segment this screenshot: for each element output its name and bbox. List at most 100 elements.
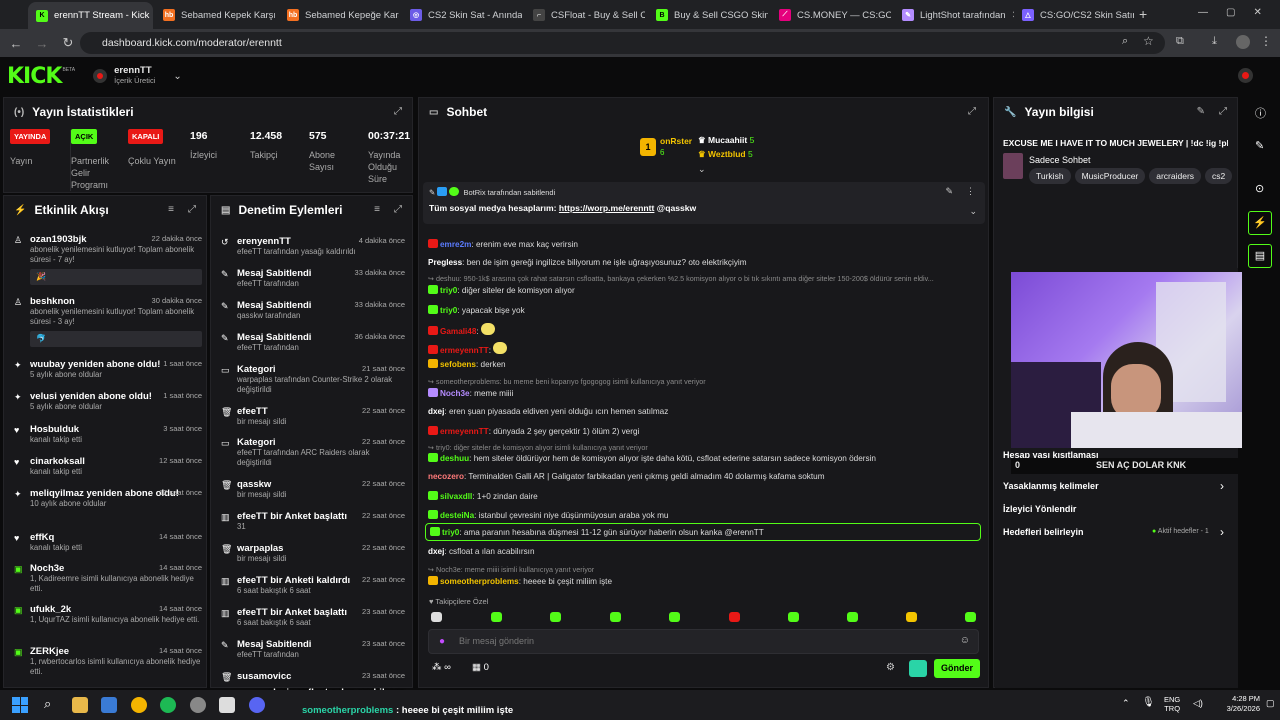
chat-message[interactable]: desteiNa: istanbul çevresini niye düşünm…: [428, 510, 668, 520]
unpin-icon[interactable]: ✎: [945, 186, 953, 197]
tab-lightshot[interactable]: ✎LightShot tarafından✕: [894, 4, 1014, 26]
filter-icon[interactable]: ≡: [168, 204, 174, 215]
leader-3[interactable]: ♛ Weztblud 5: [698, 149, 753, 160]
activity-item[interactable]: ♥ Hosbulduk 3 saat önce kanalı takip etti: [12, 424, 202, 445]
popout-icon[interactable]: ⤢: [188, 204, 196, 215]
chat-mode-info[interactable]: ⁂ ∞: [432, 662, 451, 673]
banned-words-row[interactable]: Yasaklanmış kelimeler: [1003, 481, 1099, 491]
chat-message[interactable]: ermeyennTT: dünyada 2 şey gerçektir 1) ö…: [428, 426, 639, 436]
leader-2[interactable]: ♛ Mucaahiit 5: [698, 135, 754, 146]
moderation-item[interactable]: ✎ Mesaj Sabitlendi 23 saat önce efeeTT tara…: [219, 639, 405, 660]
tab-kick[interactable]: KerennTT Stream - Kick✕: [28, 2, 153, 29]
language-indicator[interactable]: ENG TRQ: [1164, 695, 1180, 713]
set-goals-row[interactable]: Hedefleri belirleyin: [1003, 527, 1084, 537]
activity-item[interactable]: ✦ velusi yeniden abone oldu! 1 saat önce 5 …: [12, 391, 202, 412]
emote-icon[interactable]: [906, 612, 917, 622]
tag[interactable]: MusicProducer: [1074, 168, 1146, 184]
chevron-down-icon[interactable]: ⌄: [698, 164, 706, 175]
activity-item[interactable]: ♥ cinarkoksall 12 saat önce kanalı takip et…: [12, 456, 202, 477]
moderation-item[interactable]: 🗑 warpaplas 22 saat önce bir mesajı sildi: [219, 543, 405, 564]
chat-message[interactable]: deshuu: hem siteler öldürüyor hem de kom…: [428, 453, 876, 463]
kick-logo[interactable]: KICK: [7, 64, 62, 89]
tag[interactable]: arcraiders: [1149, 168, 1202, 184]
activity-item[interactable]: ♥ effKq 14 saat önce kanalı takip etti: [12, 532, 202, 553]
emote-icon[interactable]: [610, 612, 621, 622]
more-icon[interactable]: ⋮: [966, 186, 975, 197]
activity-item[interactable]: ▣ ufukk_2k 14 saat önce 1, UqurTAZ isimli k…: [12, 604, 202, 625]
tag[interactable]: Turkish: [1029, 168, 1071, 184]
chat-message[interactable]: sefobens: derken: [428, 359, 506, 369]
clock[interactable]: 4:28 PM 3/26/2026: [1200, 694, 1260, 714]
chat-message[interactable]: dxej: csfloat a ılan acabilırsın: [428, 547, 535, 556]
chevron-down-icon[interactable]: ⌄: [173, 71, 181, 82]
tab-csfloat[interactable]: ⌐CSFloat - Buy & Sell C✕: [525, 4, 645, 26]
zoom-icon[interactable]: ⌕: [1122, 35, 1128, 48]
emoji-icon[interactable]: ☺: [960, 635, 970, 646]
chevron-down-icon[interactable]: ⌄: [969, 206, 977, 217]
activity-item[interactable]: ♙ beshknon 30 dakika önce abonelik yenileme…: [12, 296, 202, 347]
emote-icon[interactable]: [669, 612, 680, 622]
pinned-message[interactable]: ✎ BotRix tarafından sabitlendi Tüm sosya…: [423, 182, 985, 224]
app-icon[interactable]: [219, 697, 235, 713]
moderation-item[interactable]: ✎ Mesaj Sabitlendi 36 dakika önce efeeTT ta…: [219, 332, 405, 353]
host-viewers-row[interactable]: İzleyici Yönlendir: [1003, 504, 1076, 514]
chat-message[interactable]: triy0: diğer siteler de komisyon alıyor: [428, 285, 575, 295]
camera-icon[interactable]: ⊙: [1255, 182, 1264, 195]
info-icon[interactable]: ⓘ: [1255, 105, 1266, 121]
chat-message[interactable]: ermeyennTT:: [428, 342, 509, 355]
chat-message[interactable]: Pregless: ben de işim gereği ingilizce b…: [428, 258, 747, 267]
moderation-item[interactable]: ▥ efeeTT bir Anket başlattı 23 saat önce 6 …: [219, 607, 405, 628]
lightning-icon[interactable]: ⚡: [1248, 211, 1272, 235]
file-explorer-icon[interactable]: [72, 697, 88, 713]
settings-gear-icon[interactable]: ⚙: [886, 662, 895, 673]
tab-csmoney[interactable]: ⟋CS.MONEY — CS:GO✕: [771, 4, 891, 26]
chat-message[interactable]: silvaxdll: 1+0 zindan daire: [428, 491, 538, 501]
tab-cs2-skin[interactable]: ◎CS2 Skin Sat - Anında✕: [402, 4, 522, 26]
tab-csgo-skin[interactable]: △CS:GO/CS2 Skin Satın✕: [1014, 4, 1134, 26]
chat-message[interactable]: triy0: yapacak bişe yok: [428, 305, 525, 315]
back-icon[interactable]: ←: [6, 33, 26, 53]
download-icon[interactable]: ⤓: [1212, 35, 1217, 48]
chevron-right-icon[interactable]: ›: [1220, 479, 1224, 493]
emote-icon[interactable]: [550, 612, 561, 622]
moderation-item[interactable]: ▭ Kategori 22 saat önce efeeTT tarafından A…: [219, 437, 405, 468]
menu-kebab-icon[interactable]: ⋮: [1260, 34, 1272, 48]
moderation-item[interactable]: ✎ Mesaj Sabitlendi 33 dakika önce efeeTT ta…: [219, 268, 405, 289]
moderation-item[interactable]: 🗑 susamovicc 23 saat önce: [219, 671, 405, 682]
edit-pencil-icon[interactable]: ✎: [1255, 139, 1264, 152]
leader-1-name[interactable]: onRster: [660, 136, 692, 146]
emote-icon[interactable]: [788, 612, 799, 622]
chevron-right-icon[interactable]: ›: [1220, 525, 1224, 539]
chat-message[interactable]: Noch3e: meme miiii: [428, 388, 513, 398]
chat-message[interactable]: emre2m: erenim eve max kaç verirsin: [428, 239, 578, 249]
moderation-item[interactable]: 🗑 efeeTT 22 saat önce bir mesajı sildi: [219, 406, 405, 427]
new-tab-icon[interactable]: +: [1139, 6, 1147, 22]
moderation-item[interactable]: 🗑 qasskw 22 saat önce bir mesajı sildi: [219, 479, 405, 500]
timer-info[interactable]: ▦ 0: [472, 662, 489, 673]
bot-icon[interactable]: [909, 660, 927, 677]
notification-icon[interactable]: ▢: [1266, 698, 1275, 709]
activity-item[interactable]: ✦ meliqyilmaz yeniden abone oldu! 12 saat …: [12, 488, 202, 509]
chat-message[interactable]: someotherproblems: heeee bi çeşit miliim…: [428, 576, 612, 586]
moderation-item[interactable]: ✎ Mesaj Sabitlendi 33 dakika önce qasskw ta…: [219, 300, 405, 321]
channel-avatar[interactable]: [93, 69, 108, 83]
popout-icon[interactable]: ⤢: [394, 106, 402, 117]
tab-buy-sell[interactable]: BBuy & Sell CSGO Skins✕: [648, 4, 768, 26]
send-button[interactable]: Gönder: [934, 659, 980, 678]
settings-gear-icon[interactable]: [190, 697, 206, 713]
tab-sebamed-1[interactable]: hbSebamed Kepek Karşıtı✕: [155, 4, 275, 26]
microphone-icon[interactable]: 🎙: [1142, 697, 1155, 708]
tab-sebamed-2[interactable]: hbSebamed Kepeğe Karşı✕: [279, 4, 399, 26]
bookmark-star-icon[interactable]: ☆: [1143, 34, 1154, 48]
emote-icon[interactable]: [847, 612, 858, 622]
activity-item[interactable]: ♙ ozan1903bjk 22 dakika önce abonelik yenil…: [12, 234, 202, 285]
popout-icon[interactable]: ⤢: [394, 204, 402, 215]
windows-start-icon[interactable]: [12, 697, 28, 713]
channel-switcher[interactable]: erennTT İçerik Üretici: [114, 66, 155, 86]
microphone-icon[interactable]: ●: [439, 636, 445, 647]
chat-message[interactable]: dxej: eren şuan piyasada eldiven yeni ol…: [428, 407, 668, 416]
spotify-icon[interactable]: [160, 697, 176, 713]
profile-avatar[interactable]: [1236, 35, 1250, 49]
activity-item[interactable]: ✦ wuubay yeniden abone oldu! 1 saat önce 5 …: [12, 359, 202, 380]
emote-icon[interactable]: [431, 612, 442, 622]
